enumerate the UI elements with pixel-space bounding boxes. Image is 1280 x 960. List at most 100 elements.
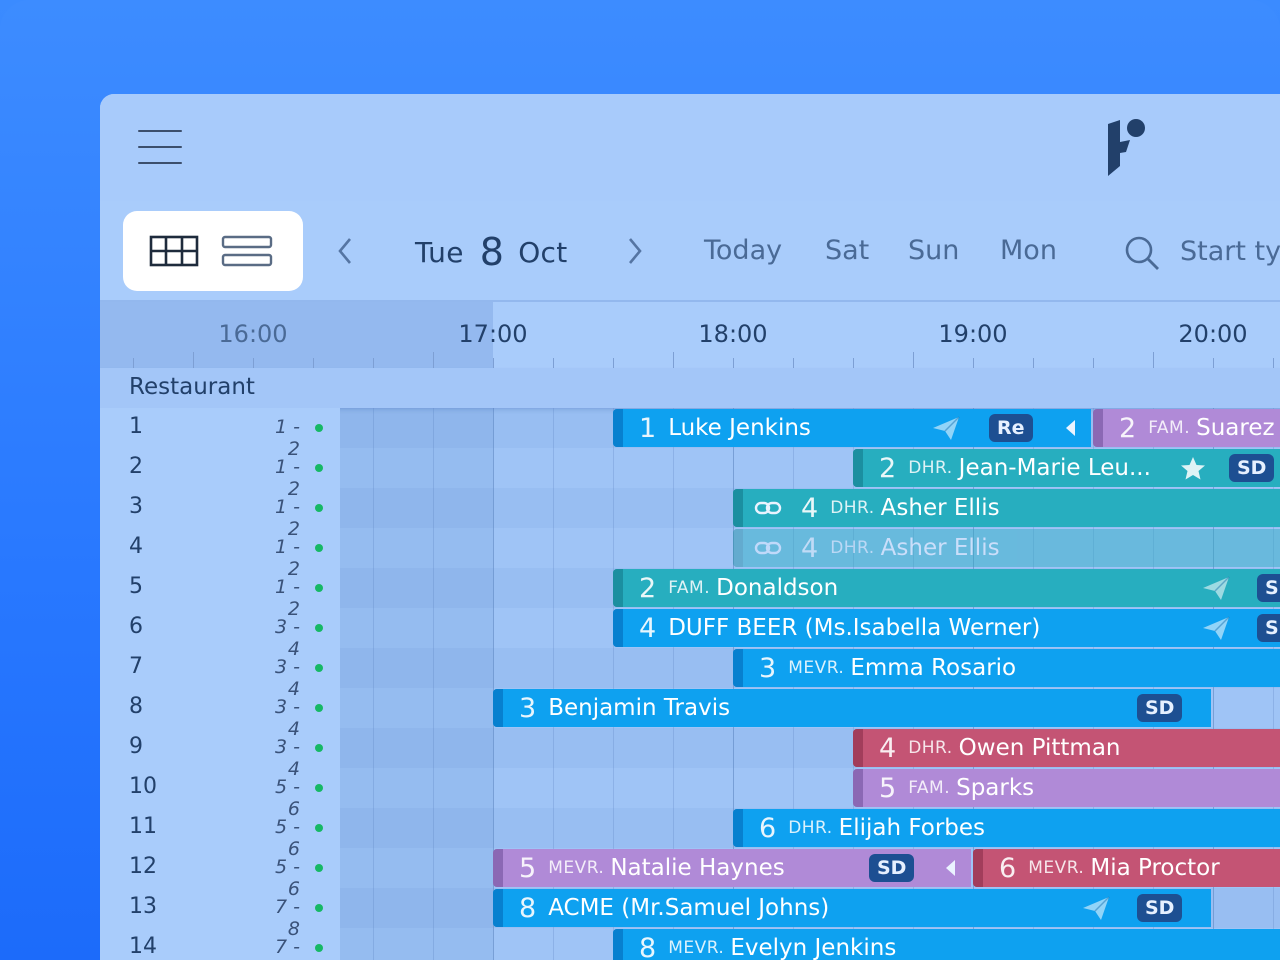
date-month: Oct	[518, 235, 568, 269]
time-tick	[313, 358, 314, 368]
quick-day-sat[interactable]: Sat	[825, 231, 869, 271]
table-number: 9	[129, 734, 143, 759]
reservation-salutation: FAM.	[1148, 418, 1191, 438]
table-capacity: 3 - 4	[275, 616, 300, 660]
table-capacity: 1 - 2	[275, 456, 300, 500]
reservation-status-bar	[493, 689, 503, 727]
reservation-block[interactable]: 4 DHR. Owen Pittman	[853, 729, 1280, 767]
time-tick	[613, 358, 614, 368]
grid-view-icon[interactable]	[145, 231, 205, 271]
reservation-status-bar	[613, 609, 623, 647]
current-date[interactable]: Tue 8 Oct	[415, 227, 568, 277]
reservation-name: Mia Proctor	[1090, 855, 1220, 881]
reservation-block[interactable]: 2 DHR. Jean-Marie Leu... SD	[853, 449, 1280, 487]
reservation-badge: S	[1257, 574, 1280, 602]
reservation-salutation: MEVR.	[668, 938, 725, 958]
row-past-shade	[340, 648, 493, 688]
row-past-shade	[340, 888, 493, 928]
reservation-status-bar	[493, 889, 503, 927]
reservation-status-bar	[853, 769, 863, 807]
row-past-shade	[340, 488, 493, 528]
next-day-button[interactable]	[620, 231, 650, 271]
reservation-block[interactable]: 4 DHR. Asher Ellis	[733, 489, 1280, 527]
reservation-block[interactable]: 4 DUFF BEER (Ms.Isabella Werner) S	[613, 609, 1280, 647]
table-status-dot	[315, 464, 323, 472]
prev-day-button[interactable]	[330, 231, 360, 271]
row-past-shade	[340, 608, 493, 648]
row-past-shade	[340, 568, 493, 608]
send-icon	[1081, 894, 1111, 922]
reservation-status-bar	[613, 569, 623, 607]
hour-label: 17:00	[458, 320, 528, 348]
reservation-block[interactable]: 3 Benjamin Travis SD	[493, 689, 1211, 727]
reservation-name: DUFF BEER (Ms.Isabella Werner)	[668, 615, 1041, 641]
row-past-shade	[340, 448, 493, 488]
reservation-pax: 2	[879, 452, 897, 484]
send-icon	[1201, 614, 1231, 642]
table-status-dot	[315, 944, 323, 952]
quick-day-mon[interactable]: Mon	[1000, 231, 1057, 271]
search-icon[interactable]	[1122, 233, 1162, 273]
reservation-block[interactable]: 5 FAM. Sparks	[853, 769, 1280, 807]
table-number: 7	[129, 654, 143, 679]
table-status-dot	[315, 704, 323, 712]
reservation-badge: SD	[1229, 454, 1275, 482]
reservation-block[interactable]: 6 DHR. Elijah Forbes	[733, 809, 1280, 847]
reservation-name: Asher Ellis	[880, 535, 1000, 561]
reservation-name: ACME (Mr.Samuel Johns)	[548, 895, 830, 921]
reservation-block[interactable]: 5 MEVR. Natalie Haynes SD	[493, 849, 971, 887]
resize-handle-icon[interactable]	[1198, 694, 1211, 722]
table-status-dot	[315, 744, 323, 752]
reservation-salutation: MEVR.	[548, 858, 605, 878]
list-view-icon[interactable]	[219, 231, 279, 271]
reservation-name: Evelyn Jenkins	[730, 935, 897, 960]
reservation-salutation: DHR.	[908, 738, 953, 758]
hour-label: 19:00	[938, 320, 1008, 348]
resize-handle-icon[interactable]	[1198, 894, 1211, 922]
reservation-name: Luke Jenkins	[668, 415, 811, 441]
table-number: 5	[129, 574, 143, 599]
hamburger-icon[interactable]	[138, 130, 182, 166]
hour-label: 18:00	[698, 320, 768, 348]
reservation-pax: 3	[519, 692, 537, 724]
reservation-block[interactable]: 6 MEVR. Mia Proctor	[973, 849, 1280, 887]
app-window: Tue 8 Oct Today Sat Sun Mon 16:00 17:00 …	[100, 94, 1280, 960]
reservation-pax: 2	[1119, 412, 1137, 444]
time-tick	[1153, 352, 1154, 368]
resize-handle-icon[interactable]	[958, 854, 971, 882]
section-header: Restaurant	[100, 368, 1280, 409]
search-input[interactable]	[1180, 229, 1280, 273]
reservation-block[interactable]: 8 MEVR. Evelyn Jenkins	[613, 929, 1280, 960]
reservation-pax: 8	[639, 932, 657, 960]
time-tick	[1093, 358, 1094, 368]
table-number: 13	[129, 894, 157, 919]
reservation-grid: 1 1 - 2 2 1 - 2 3 1 - 2 4 1 - 2 5 1 - 2 6 3 - 4 7 3 -…	[100, 408, 1280, 960]
time-tick	[493, 358, 494, 368]
table-capacity: 5 - 6	[275, 816, 300, 860]
linked-icon	[753, 534, 783, 562]
reservation-salutation: MEVR.	[788, 658, 845, 678]
row-past-shade	[340, 728, 493, 768]
table-capacity: 5 - 6	[275, 776, 300, 820]
quick-day-today[interactable]: Today	[704, 231, 782, 271]
reservation-block[interactable]: 2 FAM. Donaldson S	[613, 569, 1280, 607]
reservation-pax: 4	[801, 492, 819, 524]
reservation-block[interactable]: 4 DHR. Asher Ellis	[733, 529, 1280, 567]
past-time-shade	[100, 302, 493, 368]
reservation-block[interactable]: 8 ACME (Mr.Samuel Johns) SD	[493, 889, 1211, 927]
time-tick	[1033, 358, 1034, 368]
reservation-status-bar	[733, 489, 743, 527]
time-tick	[193, 352, 194, 368]
quick-day-sun[interactable]: Sun	[908, 231, 959, 271]
reservation-name: Donaldson	[716, 575, 839, 601]
reservation-status-bar	[733, 529, 743, 567]
reservation-block[interactable]: 3 MEVR. Emma Rosario	[733, 649, 1280, 687]
reservation-block[interactable]: 2 FAM. Suarez	[1093, 409, 1280, 447]
table-status-dot	[315, 784, 323, 792]
reservation-pax: 6	[999, 852, 1017, 884]
reservation-block[interactable]: 1 Luke Jenkins Re	[613, 409, 1091, 447]
time-tick	[253, 358, 254, 368]
reservation-name: Suarez	[1196, 415, 1275, 441]
table-number: 2	[129, 454, 143, 479]
resize-handle-icon[interactable]	[1078, 414, 1091, 442]
